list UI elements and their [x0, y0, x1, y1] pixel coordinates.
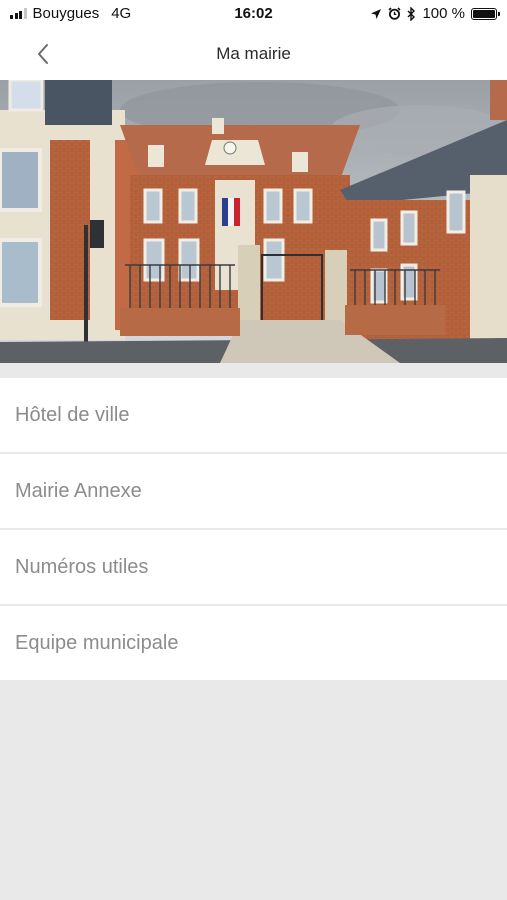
battery-icon: [471, 7, 500, 20]
list-item-label: Numéros utiles: [15, 555, 149, 578]
menu-list: Hôtel de ville Mairie Annexe Numéros uti…: [0, 378, 507, 682]
list-item-label: Hôtel de ville: [15, 403, 130, 426]
nav-bar: Ma mairie: [0, 28, 507, 81]
list-item-label: Mairie Annexe: [15, 479, 142, 502]
page-title: Ma mairie: [216, 44, 291, 63]
list-item-numeros-utiles[interactable]: Numéros utiles: [0, 530, 507, 606]
list-item-equipe-municipale[interactable]: Equipe municipale: [0, 606, 507, 682]
alarm-icon: [388, 7, 402, 20]
list-item-label: Equipe municipale: [15, 631, 179, 654]
bluetooth-icon: [407, 6, 416, 21]
battery-percent: 100 %: [422, 5, 465, 22]
status-right: 100 %: [370, 5, 500, 22]
list-item-hotel-de-ville[interactable]: Hôtel de ville: [0, 378, 507, 454]
status-bar: Bouygues 4G 16:02 100 %: [0, 0, 507, 28]
list-item-mairie-annexe[interactable]: Mairie Annexe: [0, 454, 507, 530]
location-arrow-icon: [371, 8, 382, 19]
town-hall-photo: [0, 80, 507, 363]
